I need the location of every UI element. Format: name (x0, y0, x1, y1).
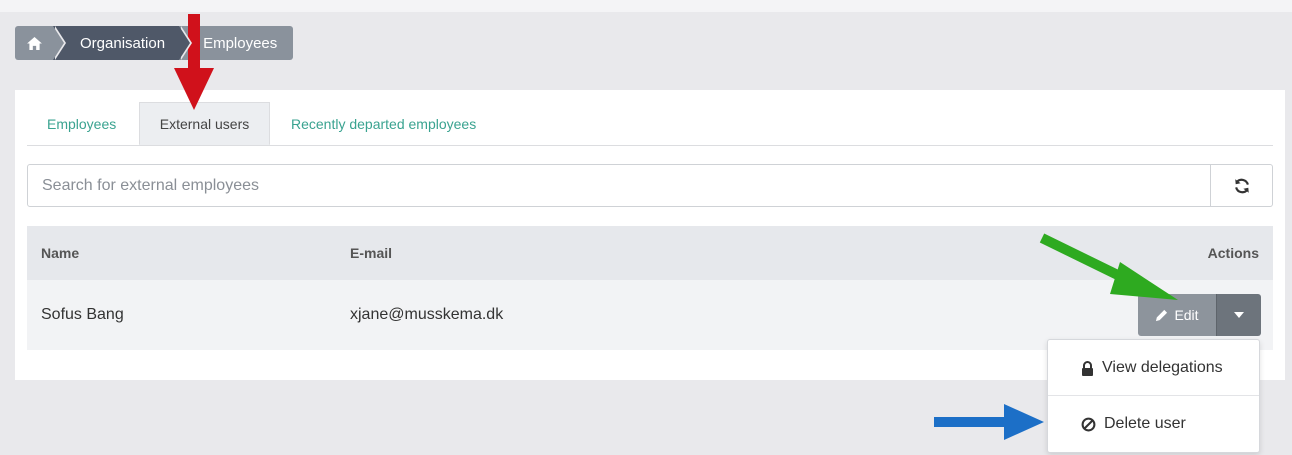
pencil-icon (1156, 309, 1168, 321)
menu-item-delete-user[interactable]: Delete user (1048, 396, 1259, 452)
column-header-actions: Actions (1207, 245, 1259, 261)
tab-recently-departed[interactable]: Recently departed employees (291, 102, 476, 145)
caret-down-icon (1234, 312, 1244, 318)
search-input[interactable] (27, 164, 1211, 207)
top-band (0, 0, 1292, 12)
breadcrumb-home[interactable] (15, 26, 66, 60)
ban-icon (1081, 417, 1096, 431)
edit-label: Edit (1174, 307, 1199, 323)
actions-dropdown-toggle[interactable] (1216, 294, 1261, 336)
refresh-button[interactable] (1211, 164, 1273, 207)
tab-label: Recently departed employees (291, 115, 477, 132)
menu-item-label: View delegations (1102, 359, 1223, 376)
blue-annotation-arrow-icon (934, 404, 1044, 440)
lock-icon (1082, 360, 1093, 376)
breadcrumb-item-organisation[interactable]: Organisation (53, 26, 193, 60)
actions-dropdown-menu: View delegations Delete user (1047, 339, 1260, 453)
home-icon (26, 36, 42, 50)
green-annotation-arrow-icon (1039, 233, 1178, 300)
column-header-name[interactable]: Name (41, 226, 79, 280)
search-row (27, 164, 1273, 207)
breadcrumb: Organisation Employees (15, 26, 294, 60)
breadcrumb-label: Organisation (80, 34, 166, 52)
tab-employees[interactable]: Employees (47, 102, 116, 145)
tab-label: External users (159, 115, 250, 132)
cell-name: Sofus Bang (41, 306, 124, 323)
cell-email: xjane@musskema.dk (350, 306, 504, 323)
menu-item-view-delegations[interactable]: View delegations (1048, 340, 1259, 396)
menu-item-label: Delete user (1104, 415, 1186, 432)
refresh-icon (1234, 178, 1249, 193)
tab-label: Employees (47, 115, 117, 132)
column-header-email[interactable]: E-mail (350, 226, 392, 280)
